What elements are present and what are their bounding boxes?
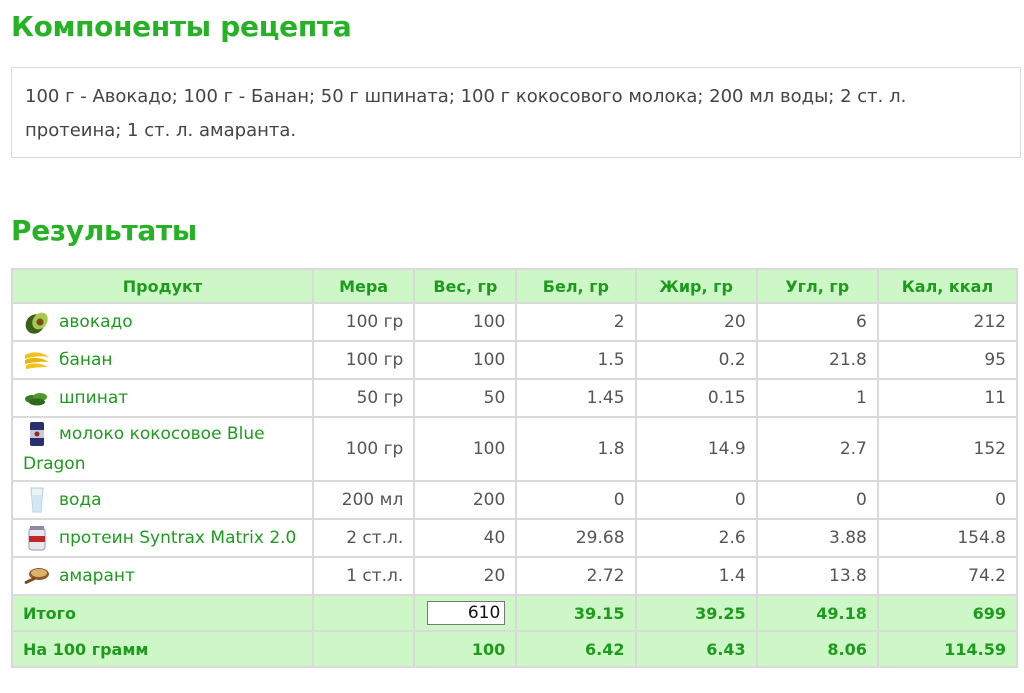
total-weight-cell <box>413 594 518 632</box>
protein-cell: 0 <box>515 480 637 520</box>
product-cell: банан <box>11 340 314 380</box>
results-table: Продукт Мера Вес, гр Бел, гр Жир, гр Угл… <box>11 268 1019 668</box>
per100-label: На 100 грамм <box>11 630 314 668</box>
protein-cell: 1.8 <box>515 416 637 482</box>
kcal-cell: 0 <box>876 480 1019 520</box>
kcal-cell: 212 <box>876 302 1019 342</box>
results-heading: Результаты <box>11 214 197 247</box>
measure-cell: 2 ст.л. <box>311 518 416 558</box>
per100-row: На 100 грамм 100 6.42 6.43 8.06 114.59 <box>11 630 1019 668</box>
weight-cell: 200 <box>413 480 518 520</box>
product-cell: шпинат <box>11 378 314 418</box>
amaranth-scoop-icon <box>23 563 51 589</box>
total-label: Итого <box>11 594 314 632</box>
per100-kcal-cell: 114.59 <box>876 630 1019 668</box>
product-link[interactable]: банан <box>59 350 113 370</box>
kcal-cell: 152 <box>876 416 1019 482</box>
measure-cell: 100 гр <box>311 416 416 482</box>
header-measure: Мера <box>311 268 416 304</box>
total-kcal-cell: 699 <box>876 594 1019 632</box>
product-link[interactable]: шпинат <box>59 388 128 408</box>
fat-cell: 1.4 <box>634 556 758 596</box>
coconut-milk-can-icon <box>23 421 51 447</box>
product-link[interactable]: протеин Syntrax Matrix 2.0 <box>59 528 296 548</box>
per100-carbs-cell: 8.06 <box>755 630 879 668</box>
measure-cell: 50 гр <box>311 378 416 418</box>
header-kcal: Кал, ккал <box>876 268 1019 304</box>
measure-cell: 100 гр <box>311 302 416 342</box>
per100-protein-cell: 6.42 <box>515 630 637 668</box>
product-cell: протеин Syntrax Matrix 2.0 <box>11 518 314 558</box>
total-row: Итого 39.15 39.25 49.18 699 <box>11 594 1019 632</box>
product-cell: авокадо <box>11 302 314 342</box>
weight-cell: 100 <box>413 302 518 342</box>
table-row: шпинат 50 гр 50 1.45 0.15 1 11 <box>11 378 1019 418</box>
banana-icon <box>23 347 51 373</box>
product-link[interactable]: амарант <box>59 566 135 586</box>
measure-cell: 200 мл <box>311 480 416 520</box>
per100-fat-cell: 6.43 <box>634 630 758 668</box>
measure-cell: 1 ст.л. <box>311 556 416 596</box>
protein-jar-icon <box>23 525 51 551</box>
protein-cell: 1.5 <box>515 340 637 380</box>
avocado-icon <box>23 309 51 335</box>
fat-cell: 0.2 <box>634 340 758 380</box>
measure-cell: 100 гр <box>311 340 416 380</box>
product-cell: молоко кокосовое Blue Dragon <box>11 416 314 482</box>
weight-cell: 20 <box>413 556 518 596</box>
weight-cell: 100 <box>413 416 518 482</box>
fat-cell: 0 <box>634 480 758 520</box>
kcal-cell: 154.8 <box>876 518 1019 558</box>
water-glass-icon <box>23 487 51 513</box>
weight-cell: 40 <box>413 518 518 558</box>
components-heading: Компоненты рецепта <box>11 10 352 43</box>
header-carbs: Угл, гр <box>755 268 879 304</box>
carbs-cell: 21.8 <box>755 340 879 380</box>
protein-cell: 2.72 <box>515 556 637 596</box>
product-cell: амарант <box>11 556 314 596</box>
total-carbs-cell: 49.18 <box>755 594 879 632</box>
carbs-cell: 3.88 <box>755 518 879 558</box>
kcal-cell: 95 <box>876 340 1019 380</box>
carbs-cell: 1 <box>755 378 879 418</box>
carbs-cell: 0 <box>755 480 879 520</box>
recipe-components-box: 100 г - Авокадо; 100 г - Банан; 50 г шпи… <box>11 67 1021 158</box>
protein-cell: 2 <box>515 302 637 342</box>
table-row: вода 200 мл 200 0 0 0 0 <box>11 480 1019 520</box>
carbs-cell: 6 <box>755 302 879 342</box>
header-weight: Вес, гр <box>413 268 518 304</box>
product-cell: вода <box>11 480 314 520</box>
kcal-cell: 11 <box>876 378 1019 418</box>
total-weight-input[interactable] <box>427 601 506 625</box>
kcal-cell: 74.2 <box>876 556 1019 596</box>
table-row: банан 100 гр 100 1.5 0.2 21.8 95 <box>11 340 1019 380</box>
header-fat: Жир, гр <box>634 268 758 304</box>
per100-measure-cell <box>311 630 416 668</box>
table-row: авокадо 100 гр 100 2 20 6 212 <box>11 302 1019 342</box>
total-protein-cell: 39.15 <box>515 594 637 632</box>
carbs-cell: 2.7 <box>755 416 879 482</box>
header-product: Продукт <box>11 268 314 304</box>
fat-cell: 2.6 <box>634 518 758 558</box>
fat-cell: 14.9 <box>634 416 758 482</box>
table-row: амарант 1 ст.л. 20 2.72 1.4 13.8 74.2 <box>11 556 1019 596</box>
per100-weight-cell: 100 <box>413 630 518 668</box>
fat-cell: 0.15 <box>634 378 758 418</box>
table-header-row: Продукт Мера Вес, гр Бел, гр Жир, гр Угл… <box>11 268 1019 304</box>
product-link[interactable]: вода <box>59 490 102 510</box>
total-measure-cell <box>311 594 416 632</box>
weight-cell: 50 <box>413 378 518 418</box>
product-link[interactable]: авокадо <box>59 312 133 332</box>
product-link[interactable]: молоко кокосовое Blue Dragon <box>23 424 265 474</box>
fat-cell: 20 <box>634 302 758 342</box>
protein-cell: 29.68 <box>515 518 637 558</box>
table-row: протеин Syntrax Matrix 2.0 2 ст.л. 40 29… <box>11 518 1019 558</box>
carbs-cell: 13.8 <box>755 556 879 596</box>
weight-cell: 100 <box>413 340 518 380</box>
table-row: молоко кокосовое Blue Dragon 100 гр 100 … <box>11 416 1019 482</box>
total-fat-cell: 39.25 <box>634 594 758 632</box>
protein-cell: 1.45 <box>515 378 637 418</box>
header-protein: Бел, гр <box>515 268 637 304</box>
spinach-icon <box>23 385 51 411</box>
